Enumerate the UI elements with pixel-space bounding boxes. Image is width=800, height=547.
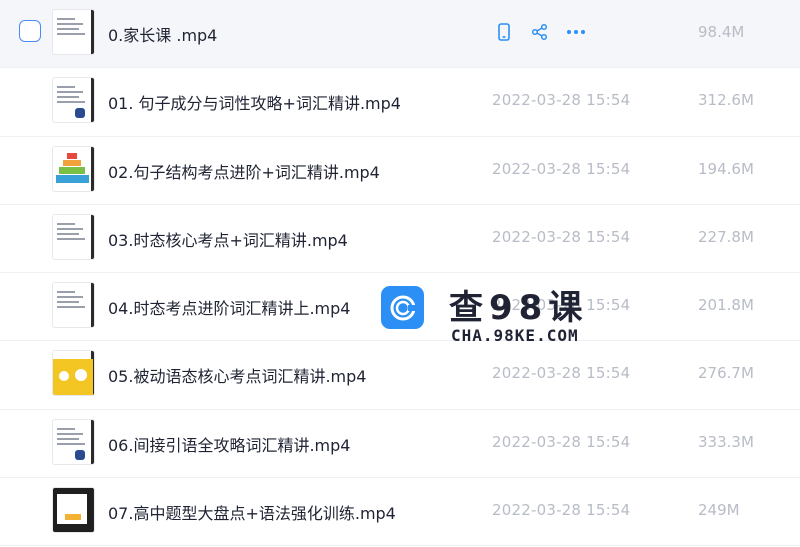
watermark-url: CHA.98KE.COM	[451, 326, 579, 345]
video-thumbnail	[52, 77, 95, 124]
file-row[interactable]: 05.被动语态核心考点词汇精讲.mp4 2022-03-28 15:54 276.7…	[0, 341, 800, 410]
file-size: 201.8M	[698, 296, 754, 315]
file-size: 276.7M	[698, 364, 754, 383]
file-name[interactable]: 06.间接引语全攻略词汇精讲.mp4	[108, 432, 350, 456]
file-row[interactable]: 0.家长课 .mp4 98.4M	[0, 0, 800, 69]
file-name[interactable]: 01. 句子成分与词性攻略+词汇精讲.mp4	[108, 90, 401, 114]
file-date: 2022-03-28 15:54	[492, 501, 631, 520]
file-date: 2022-03-28 15:54	[492, 91, 631, 110]
video-thumbnail	[52, 282, 95, 329]
file-name[interactable]: 0.家长课 .mp4	[108, 22, 217, 46]
video-thumbnail	[52, 145, 95, 192]
file-size: 194.6M	[698, 159, 754, 178]
watermark-title: 查98课	[449, 288, 589, 328]
row-checkbox[interactable]	[19, 20, 41, 42]
file-size: 227.8M	[698, 227, 754, 246]
file-date: 2022-03-28 15:54	[492, 364, 631, 383]
watermark: 查98课 CHA.98KE.COM	[381, 282, 591, 350]
file-size: 249M	[698, 501, 740, 520]
file-row[interactable]: 02.句子结构考点进阶+词汇精讲.mp4 2022-03-28 15:54 194.…	[0, 137, 800, 205]
file-size: 312.6M	[698, 91, 754, 110]
file-name[interactable]: 04.时态考点进阶词汇精讲上.mp4	[108, 295, 350, 319]
watermark-logo-icon	[381, 286, 424, 329]
file-date: 2022-03-28 15:54	[492, 159, 631, 178]
phone-icon[interactable]	[492, 20, 516, 44]
file-name[interactable]: 07.高中题型大盘点+语法强化训练.mp4	[108, 500, 396, 524]
file-name[interactable]: 03.时态核心考点+词汇精讲.mp4	[108, 227, 348, 251]
file-row[interactable]: 07.高中题型大盘点+语法强化训练.mp4 2022-03-28 15:54 249…	[0, 478, 800, 547]
video-thumbnail	[52, 487, 95, 534]
video-thumbnail	[52, 418, 95, 465]
video-thumbnail	[52, 9, 95, 55]
share-icon[interactable]	[528, 20, 552, 44]
file-row[interactable]: 06.间接引语全攻略词汇精讲.mp4 2022-03-28 15:54 333.3M	[0, 410, 800, 479]
video-thumbnail	[52, 213, 95, 260]
file-name[interactable]: 05.被动语态核心考点词汇精讲.mp4	[108, 363, 366, 387]
file-size: 98.4M	[698, 23, 745, 41]
file-date: 2022-03-28 15:54	[492, 432, 631, 451]
file-size: 333.3M	[698, 432, 754, 451]
video-thumbnail	[52, 350, 95, 397]
file-row[interactable]: 03.时态核心考点+词汇精讲.mp4 2022-03-28 15:54 227.8M	[0, 205, 800, 274]
file-name[interactable]: 02.句子结构考点进阶+词汇精讲.mp4	[108, 159, 380, 183]
file-row[interactable]: 01. 句子成分与词性攻略+词汇精讲.mp4 2022-03-28 15:54 31…	[0, 68, 800, 137]
row-actions	[492, 20, 588, 44]
file-date: 2022-03-28 15:54	[492, 227, 631, 246]
file-list: 0.家长课 .mp4 98.4M 01. 句子成分与词性攻略+词汇精讲.mp4 202…	[0, 0, 800, 547]
more-icon[interactable]	[564, 20, 588, 44]
